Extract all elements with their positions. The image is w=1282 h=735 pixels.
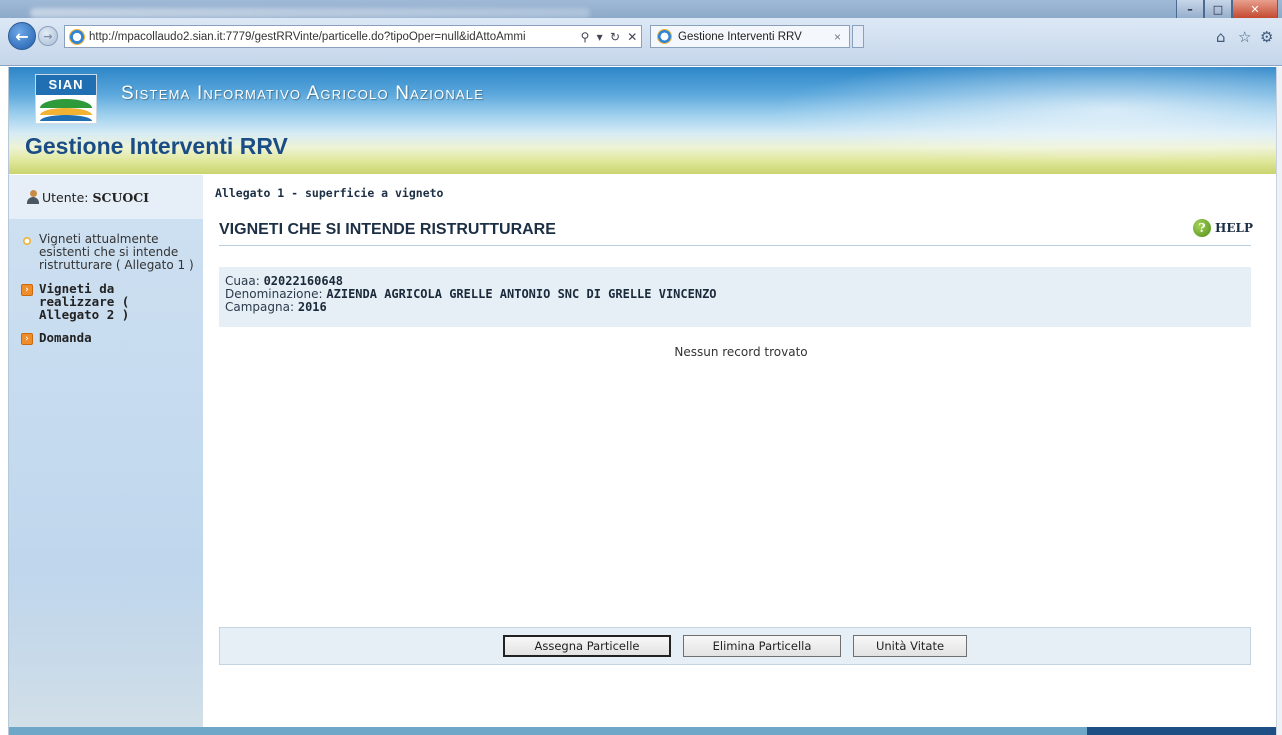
company-info-box: Cuaa: 02022160648 Denominazione: AZIENDA… bbox=[219, 267, 1251, 327]
sidebar-item-allegato-2[interactable]: › Vigneti da realizzare ( Allegato 2 ) bbox=[21, 282, 197, 321]
header-sky-decoration bbox=[717, 67, 1277, 174]
assegna-particelle-button[interactable]: Assegna Particelle bbox=[503, 635, 671, 657]
action-button-bar: Assegna Particelle Elimina Particella Un… bbox=[219, 627, 1251, 665]
browser-tab[interactable]: Gestione Interventi RRV × bbox=[650, 25, 850, 48]
url-text[interactable]: http://mpacollaudo2.sian.it:7779/gestRRV… bbox=[89, 31, 577, 43]
title-divider bbox=[219, 245, 1251, 246]
help-icon[interactable]: ? bbox=[1193, 219, 1212, 237]
tab-title: Gestione Interventi RRV bbox=[678, 30, 802, 43]
footer-dark-segment bbox=[1087, 727, 1277, 735]
unita-vitate-button[interactable]: Unità Vitate bbox=[853, 635, 967, 657]
user-info: Utente: SCUOCI bbox=[9, 175, 203, 219]
elimina-particella-button[interactable]: Elimina Particella bbox=[683, 635, 841, 657]
no-records-message: Nessun record trovato bbox=[674, 345, 808, 359]
help-label[interactable]: HELP bbox=[1215, 221, 1253, 235]
close-window-button[interactable]: ✕ bbox=[1232, 0, 1278, 20]
dropdown-icon[interactable]: ▾ bbox=[597, 30, 603, 44]
user-icon bbox=[27, 190, 39, 204]
new-tab-button[interactable] bbox=[852, 25, 864, 48]
app-title: Gestione Interventi RRV bbox=[25, 133, 288, 159]
campagna-value: 2016 bbox=[297, 300, 327, 314]
address-bar[interactable]: http://mpacollaudo2.sian.it:7779/gestRRV… bbox=[64, 25, 642, 48]
web-page: SIAN Sistema Informativo Agricolo Nazion… bbox=[8, 67, 1277, 735]
orange-arrow-icon: › bbox=[21, 333, 33, 345]
page-scrollbar[interactable] bbox=[1276, 67, 1282, 735]
address-tools: ⚲ ▾ ↻ ✕ bbox=[577, 30, 641, 44]
minimize-button[interactable]: – bbox=[1176, 0, 1204, 20]
ie-tab-icon bbox=[657, 29, 672, 44]
logo-text: SIAN bbox=[36, 75, 96, 95]
cuaa-value: 02022160648 bbox=[263, 274, 344, 288]
window-title-blurred bbox=[30, 8, 590, 18]
stop-icon[interactable]: ✕ bbox=[627, 30, 637, 44]
home-icon[interactable]: ⌂ bbox=[1216, 28, 1226, 46]
campagna-row: Campagna: 2016 bbox=[225, 301, 1245, 314]
cuaa-label: Cuaa: bbox=[225, 274, 260, 288]
logo-green-wave bbox=[40, 99, 92, 108]
user-name: SCUOCI bbox=[92, 189, 150, 205]
sian-logo: SIAN bbox=[35, 74, 97, 124]
sidebar-item-label[interactable]: Vigneti attualmente esistenti che si int… bbox=[39, 233, 197, 272]
denominazione-label: Denominazione: bbox=[225, 287, 323, 301]
campagna-label: Campagna: bbox=[225, 300, 295, 314]
maximize-button[interactable]: □ bbox=[1204, 0, 1232, 20]
logo-yellow-wave bbox=[40, 108, 92, 115]
sidebar-item-allegato-1[interactable]: Vigneti attualmente esistenti che si int… bbox=[21, 233, 197, 272]
sidebar-item-label[interactable]: Vigneti da realizzare ( Allegato 2 ) bbox=[39, 282, 197, 321]
help-link[interactable]: ? HELP bbox=[1193, 219, 1253, 237]
orange-arrow-icon: › bbox=[21, 284, 33, 296]
tab-close-icon[interactable]: × bbox=[834, 30, 841, 44]
breadcrumb: Allegato 1 - superficie a vigneto bbox=[215, 186, 444, 200]
page-footer bbox=[9, 727, 1277, 735]
sidebar-item-domanda[interactable]: › Domanda bbox=[21, 331, 197, 345]
sidebar-item-label[interactable]: Domanda bbox=[39, 331, 92, 344]
user-label: Utente: bbox=[42, 189, 89, 205]
sidebar-field-decoration bbox=[9, 565, 203, 735]
sun-bullet-icon bbox=[21, 235, 33, 247]
sidebar-menu: Vigneti attualmente esistenti che si int… bbox=[21, 233, 197, 355]
search-icon[interactable]: ⚲ bbox=[581, 30, 590, 44]
refresh-icon[interactable]: ↻ bbox=[610, 30, 620, 44]
main-content: Allegato 1 - superficie a vigneto VIGNET… bbox=[205, 175, 1277, 735]
back-button[interactable]: ← bbox=[8, 22, 36, 50]
forward-button[interactable]: → bbox=[38, 26, 58, 46]
denominazione-value: AZIENDA AGRICOLA GRELLE ANTONIO SNC DI G… bbox=[326, 287, 717, 301]
section-title: VIGNETI CHE SI INTENDE RISTRUTTURARE bbox=[219, 221, 556, 238]
favorites-icon[interactable]: ☆ bbox=[1238, 28, 1251, 46]
sidebar: Utente: SCUOCI Vigneti attualmente esist… bbox=[9, 175, 203, 735]
denominazione-row: Denominazione: AZIENDA AGRICOLA GRELLE A… bbox=[225, 288, 1245, 301]
ie-page-icon bbox=[69, 28, 85, 45]
page-header: SIAN Sistema Informativo Agricolo Nazion… bbox=[9, 67, 1277, 174]
system-name: Sistema Informativo Agricolo Nazionale bbox=[121, 83, 485, 104]
logo-blue-wave bbox=[40, 115, 92, 121]
browser-navbar: ← → http://mpacollaudo2.sian.it:7779/ges… bbox=[0, 18, 1282, 66]
settings-gear-icon[interactable]: ⚙ bbox=[1260, 28, 1273, 46]
